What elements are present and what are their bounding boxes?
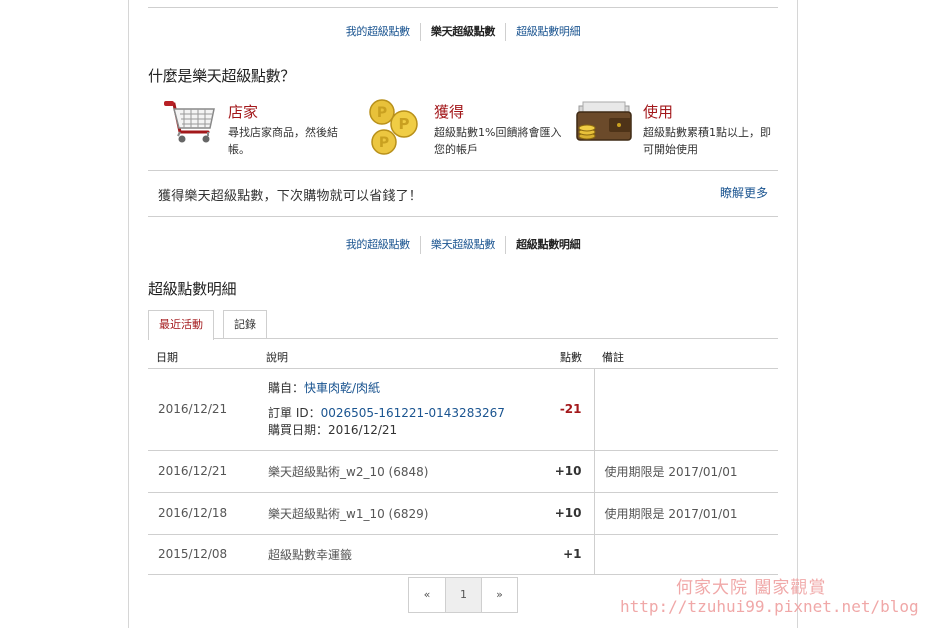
- nav-my-points[interactable]: 我的超級點數: [336, 22, 420, 42]
- detail-title: 超級點數明細: [148, 280, 237, 298]
- about-title: 什麼是樂天超級點數？: [148, 67, 296, 85]
- pagination: « 1 »: [408, 577, 518, 613]
- shop-link[interactable]: 快車肉乾/肉紙: [304, 381, 380, 395]
- nav-about-points[interactable]: 樂天超級點數: [421, 235, 505, 255]
- table-row: 2016/12/18 樂天超級點術_w1_10 (6829) +10 使用期限是…: [148, 492, 778, 535]
- divider: [148, 170, 778, 171]
- row-desc: 購自：快車肉乾/肉紙 訂單 ID：0026505-161221-01432832…: [258, 368, 532, 451]
- nav-points-detail[interactable]: 超級點數明細: [506, 235, 590, 255]
- col-note: 備註: [594, 346, 778, 369]
- row-points: +10: [532, 492, 594, 535]
- watermark-url: http://tzuhui99.pixnet.net/blog: [620, 597, 919, 616]
- feature-use: 使用 超級點數累積1點以上，即可開始使用: [575, 98, 775, 164]
- prev-page-button[interactable]: «: [409, 578, 445, 612]
- page-1-button[interactable]: 1: [445, 578, 481, 612]
- nav-points-detail[interactable]: 超級點數明細: [506, 22, 590, 42]
- nav-about-points[interactable]: 樂天超級點數: [421, 22, 505, 42]
- row-date: 2016/12/18: [148, 492, 258, 535]
- feature-desc: 超級點數1%回饋將會匯入您的帳戶: [434, 126, 562, 156]
- svg-text:P: P: [377, 105, 387, 121]
- row-note: [593, 368, 778, 451]
- shopping-cart-icon: [160, 98, 220, 158]
- table-row: 2015/12/08 超級點數幸運籤 +1: [148, 534, 778, 575]
- purchase-line: 購自：快車肉乾/肉紙: [268, 380, 522, 397]
- buy-date-label: 購買日期：: [268, 422, 329, 437]
- col-desc: 說明: [258, 346, 532, 369]
- table-row: 2016/12/21 樂天超級點術_w2_10 (6848) +10 使用期限是…: [148, 450, 778, 493]
- buy-date-line: 購買日期：2016/12/21: [268, 422, 522, 439]
- order-id-link[interactable]: 0026505-161221-0143283267: [321, 406, 505, 420]
- learn-more-link[interactable]: 瞭解更多: [720, 184, 768, 201]
- watermark-title: 何家大院 闔家觀賞: [676, 578, 827, 598]
- tab-history[interactable]: 記錄: [223, 310, 267, 339]
- row-points: +10: [532, 450, 594, 493]
- divider: [148, 216, 778, 217]
- row-desc: 樂天超級點術_w1_10 (6829): [258, 492, 532, 535]
- gold-coins-icon: P P P: [366, 98, 426, 158]
- feature-title: 獲得: [434, 103, 465, 121]
- row-points: +1: [532, 534, 594, 575]
- row-date: 2016/12/21: [148, 450, 258, 493]
- nav-my-points[interactable]: 我的超級點數: [336, 235, 420, 255]
- col-date: 日期: [148, 346, 258, 369]
- table-row: 2016/12/21 購自：快車肉乾/肉紙 訂單 ID：0026505-1612…: [148, 368, 778, 451]
- svg-text:P: P: [399, 115, 410, 133]
- feature-earn: P P P 獲得 超級點數1%回饋將會匯入您的帳戶: [366, 98, 566, 164]
- table-header: 日期 說明 點數 備註: [148, 346, 778, 369]
- points-nav-top: 我的超級點數 樂天超級點數 超級點數明細: [148, 22, 778, 42]
- row-date: 2016/12/21: [148, 368, 258, 451]
- feature-desc: 超級點數累積1點以上，即可開始使用: [643, 126, 771, 156]
- row-note: 使用期限是 2017/01/01: [593, 450, 778, 493]
- svg-text:P: P: [379, 135, 389, 151]
- wallet-icon: [575, 98, 635, 158]
- order-line: 訂單 ID：0026505-161221-0143283267: [268, 405, 522, 422]
- points-nav-bottom: 我的超級點數 樂天超級點數 超級點數明細: [148, 235, 778, 255]
- feature-title: 店家: [228, 103, 259, 121]
- feature-title: 使用: [643, 103, 674, 121]
- tab-underline: [148, 338, 778, 339]
- row-points: -21: [532, 368, 594, 451]
- promo-text: 獲得樂天超級點數，下次購物就可以省錢了！: [158, 189, 423, 204]
- row-desc: 樂天超級點術_w2_10 (6848): [258, 450, 532, 493]
- row-date: 2015/12/08: [148, 534, 258, 575]
- col-points: 點數: [532, 346, 594, 369]
- buy-date: 2016/12/21: [328, 422, 398, 437]
- row-note: [593, 534, 778, 575]
- feature-shop: 店家 尋找店家商品，然後結帳。: [160, 98, 360, 164]
- purchase-label: 購自：: [268, 380, 305, 395]
- tab-recent-activity[interactable]: 最近活動: [148, 310, 214, 340]
- row-note: 使用期限是 2017/01/01: [593, 492, 778, 535]
- points-table: 日期 說明 點數 備註 2016/12/21 購自：快車肉乾/肉紙 訂單 ID：…: [148, 346, 778, 575]
- row-desc: 超級點數幸運籤: [258, 534, 532, 575]
- order-label: 訂單 ID：: [268, 405, 321, 420]
- next-page-button[interactable]: »: [481, 578, 517, 612]
- feature-desc: 尋找店家商品，然後結帳。: [228, 126, 338, 156]
- divider: [148, 7, 778, 8]
